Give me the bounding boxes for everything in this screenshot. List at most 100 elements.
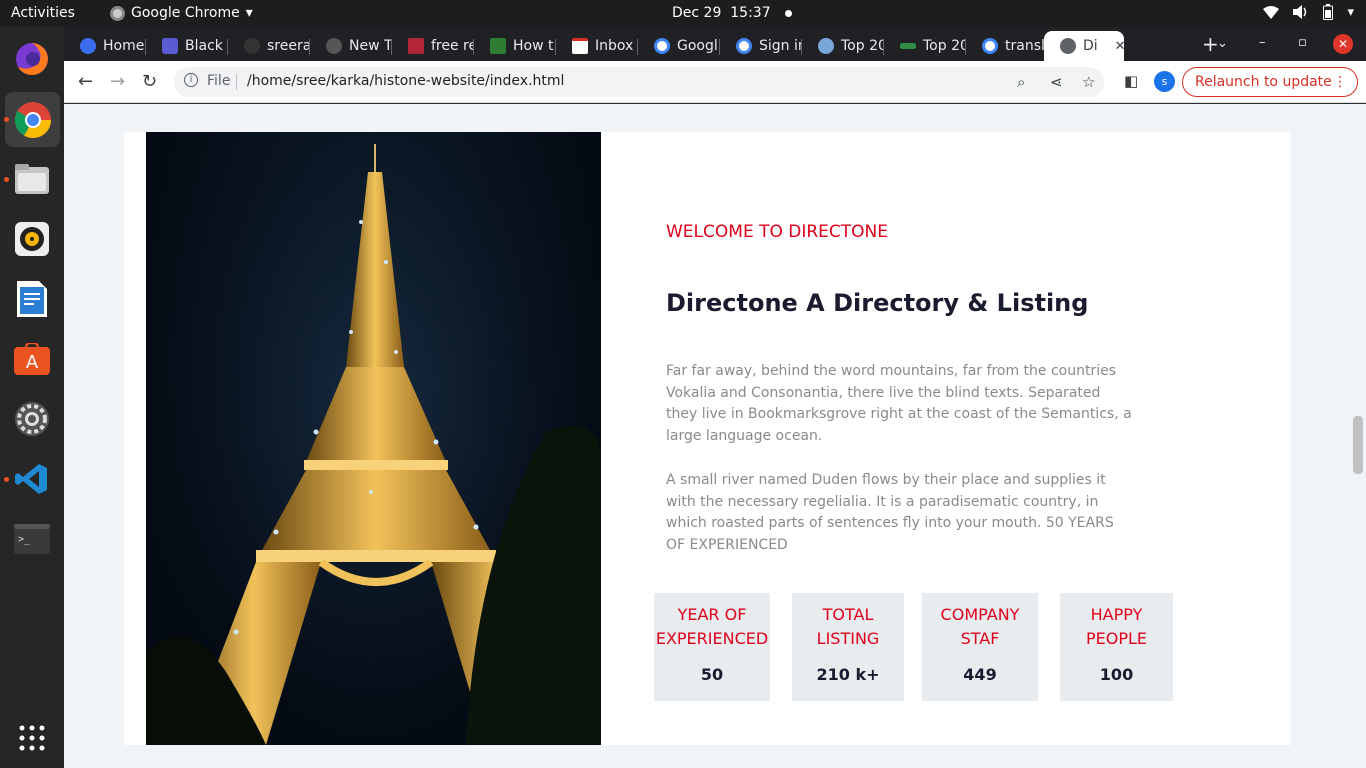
tab[interactable]: Top 20 — [802, 31, 884, 61]
battery-icon — [1323, 4, 1334, 20]
tab[interactable]: Top 20 — [884, 31, 966, 61]
app-grid-icon[interactable] — [13, 719, 51, 757]
tab-title: How t — [513, 38, 554, 54]
tab-active[interactable]: Di ✕ — [1044, 31, 1124, 61]
side-panel-icon[interactable]: ◧ — [1124, 72, 1138, 90]
tab-favicon-icon — [490, 38, 506, 54]
tab-title: Top 20 — [841, 38, 884, 54]
tab[interactable]: sreera — [228, 31, 310, 61]
clock[interactable]: Dec 29 15:37 — [672, 5, 792, 21]
tab[interactable]: How t — [474, 31, 556, 61]
tab-favicon-icon — [408, 38, 424, 54]
tab[interactable]: Inbox — [556, 31, 638, 61]
minimize-button[interactable]: – — [1259, 35, 1266, 50]
tab-title: transl — [1005, 38, 1045, 54]
tab-title: Di — [1083, 38, 1098, 54]
page-scrollbar[interactable] — [1353, 416, 1363, 474]
firefox-icon[interactable] — [13, 40, 51, 78]
browser-toolbar: ← → ↻ i File /home/sree/karka/histone-we… — [64, 61, 1366, 103]
back-button[interactable]: ← — [78, 71, 93, 92]
vscode-icon[interactable] — [13, 460, 51, 498]
activities-button[interactable]: Activities — [11, 5, 75, 21]
relaunch-label: Relaunch to update — [1195, 74, 1332, 90]
tab-favicon-icon — [80, 38, 96, 54]
notification-dot-icon — [784, 9, 792, 17]
tab[interactable]: Googl — [638, 31, 720, 61]
software-icon[interactable]: A — [13, 340, 51, 378]
gmail-icon — [572, 38, 588, 54]
menu-kebab-icon[interactable]: ⋮ — [1333, 68, 1347, 96]
tab-favicon-icon — [326, 38, 342, 54]
stat-card-listing: TOTAL LISTING 210 k+ — [792, 593, 904, 701]
running-indicator — [4, 477, 9, 482]
rhythmbox-icon[interactable] — [13, 220, 51, 258]
forward-button[interactable]: → — [110, 71, 125, 92]
share-icon[interactable]: ⋖ — [1050, 73, 1063, 91]
tab-title: Sign in — [759, 38, 802, 54]
file-scheme-label: File — [207, 73, 231, 89]
chrome-dock-item[interactable] — [5, 92, 60, 147]
stat-label: COMPANY — [940, 605, 1020, 624]
writer-icon[interactable] — [13, 280, 51, 318]
tab-title: Googl — [677, 38, 718, 54]
stat-label: HAPPY — [1090, 605, 1143, 624]
paragraph: Far far away, behind the word mountains,… — [666, 363, 1132, 444]
eiffel-tower-photo — [146, 132, 601, 745]
stat-value: 50 — [700, 665, 724, 684]
stat-label: PEOPLE — [1085, 629, 1148, 648]
zoom-icon[interactable]: ⌕ — [1017, 73, 1025, 91]
tab-search-icon[interactable]: ⌄ — [1217, 36, 1228, 51]
bookmark-star-icon[interactable]: ☆ — [1082, 73, 1095, 91]
profile-avatar[interactable]: s — [1154, 71, 1175, 92]
tab[interactable]: Home — [64, 31, 146, 61]
app-menu[interactable]: Google Chrome ▾ — [110, 5, 253, 21]
address-bar[interactable]: i File /home/sree/karka/histone-website/… — [174, 67, 1104, 97]
relaunch-button[interactable]: Relaunch to update ⋮ — [1182, 67, 1358, 97]
google-icon — [736, 38, 752, 54]
stat-label: EXPERIENCED — [655, 629, 769, 648]
app-name: Google Chrome — [131, 5, 240, 21]
stat-label: YEAR OF — [677, 605, 747, 624]
time-label: 15:37 — [730, 5, 771, 21]
files-icon[interactable] — [13, 160, 51, 198]
reload-button[interactable]: ↻ — [142, 71, 157, 92]
tab-favicon-icon — [244, 38, 260, 54]
tab[interactable]: Black — [146, 31, 228, 61]
stat-value: 100 — [1099, 665, 1134, 684]
svg-text:A: A — [26, 352, 39, 373]
stat-card-staff: COMPANY STAF 449 — [922, 593, 1038, 701]
caret-down-icon: ▾ — [1347, 4, 1354, 20]
close-tab-icon[interactable]: ✕ — [1115, 39, 1124, 54]
close-window-button[interactable]: ✕ — [1333, 34, 1353, 54]
wifi-icon — [1263, 5, 1280, 19]
section-subtitle: WELCOME TO DIRECTONE — [666, 222, 889, 242]
tab-title: Home — [103, 38, 145, 54]
maximize-button[interactable]: ▫ — [1298, 35, 1307, 50]
tab-title: Inbox — [595, 38, 634, 54]
volume-icon — [1293, 5, 1307, 19]
info-icon[interactable]: i — [184, 73, 198, 87]
tab[interactable]: free re — [392, 31, 474, 61]
system-status-area[interactable]: ▾ — [1263, 4, 1354, 20]
google-icon — [654, 38, 670, 54]
tab-title: New T — [349, 38, 392, 54]
chrome-icon — [14, 101, 51, 138]
tab-title: free re — [431, 38, 474, 54]
tab[interactable]: Sign in — [720, 31, 802, 61]
running-indicator — [4, 117, 9, 122]
globe-icon — [1060, 38, 1076, 54]
url-text[interactable]: /home/sree/karka/histone-website/index.h… — [247, 73, 564, 89]
section-heading: Directone A Directory & Listing — [666, 289, 1089, 317]
about-section: WELCOME TO DIRECTONE Directone A Directo… — [124, 132, 1291, 745]
stat-label: TOTAL — [822, 605, 874, 624]
settings-icon[interactable] — [13, 400, 51, 438]
tab[interactable]: New T — [310, 31, 392, 61]
system-top-bar: Activities Google Chrome ▾ Dec 29 15:37 … — [0, 0, 1366, 27]
stat-label: STAF — [960, 629, 1000, 648]
tab[interactable]: transl — [966, 31, 1046, 61]
tab-title: Top 20 — [923, 38, 966, 54]
svg-text:>_: >_ — [18, 534, 31, 545]
caret-down-icon: ▾ — [245, 5, 253, 21]
chrome-icon — [110, 5, 125, 21]
terminal-icon[interactable]: >_ — [13, 520, 51, 558]
